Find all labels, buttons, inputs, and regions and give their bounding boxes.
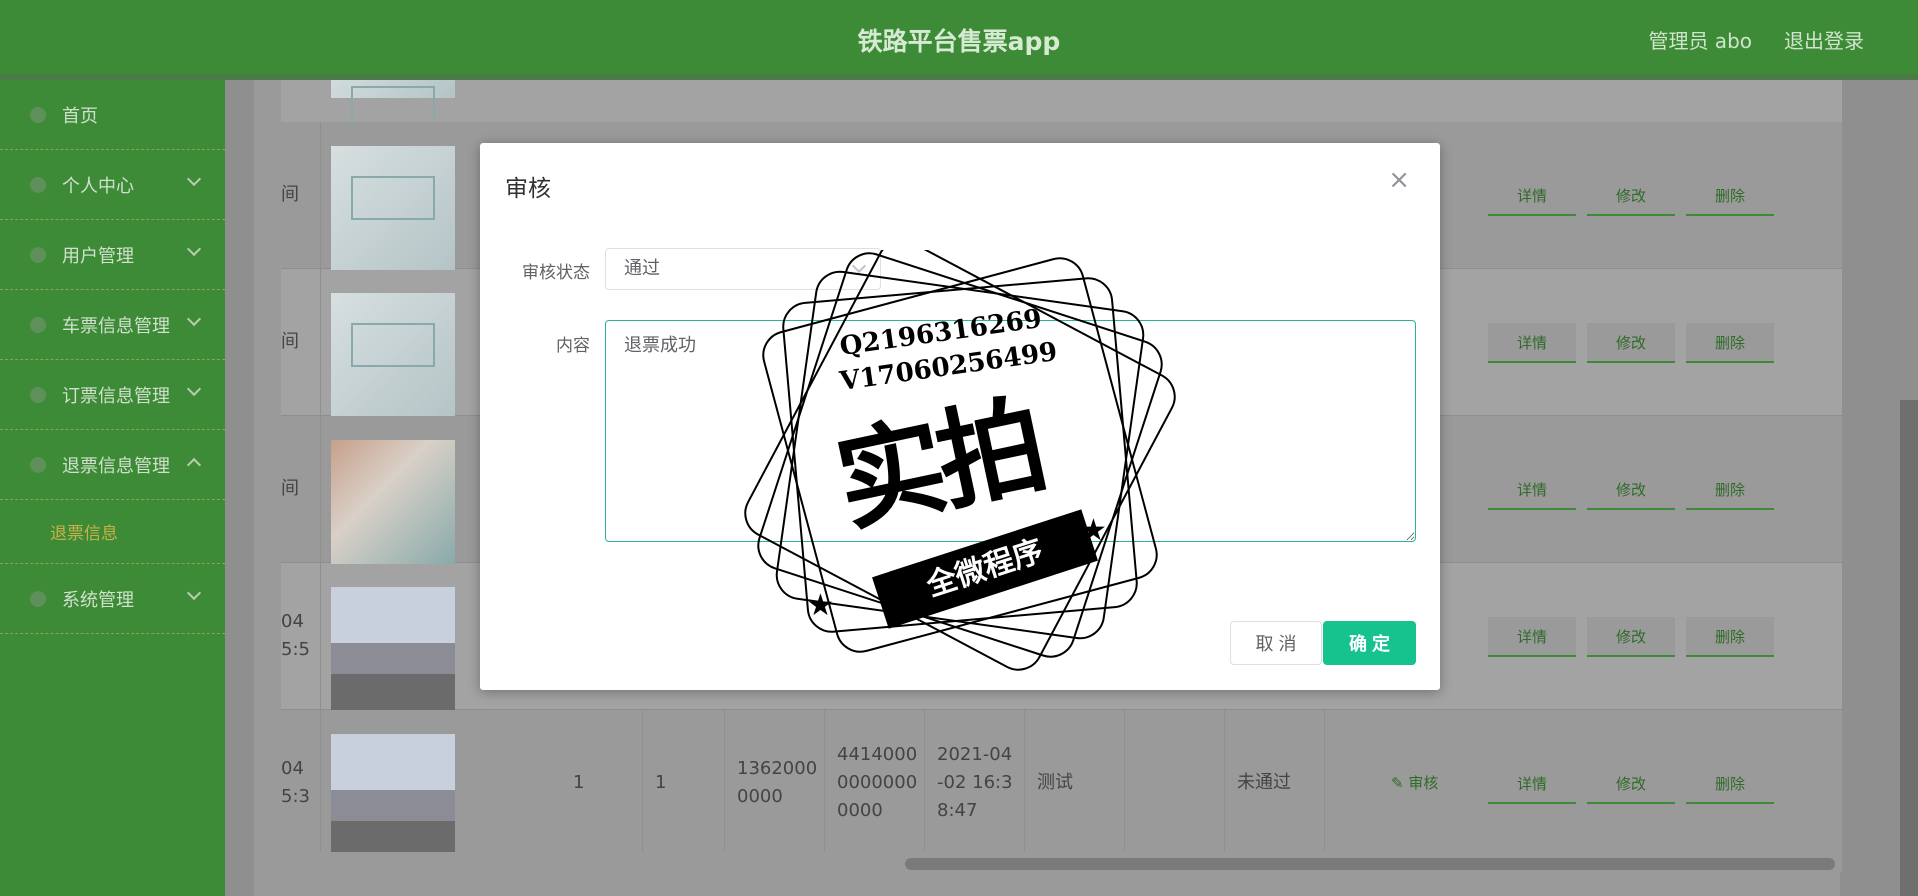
content-label: 内容	[556, 336, 590, 356]
status-label: 审核状态	[522, 263, 590, 283]
content-textarea[interactable]	[605, 320, 1416, 542]
cancel-button[interactable]: 取 消	[1230, 621, 1322, 665]
status-select-value: 通过	[624, 258, 660, 279]
audit-dialog: 审核 × 审核状态 通过 内容 取 消 确 定	[480, 143, 1440, 690]
chevron-down-icon	[851, 258, 867, 274]
dialog-title: 审核	[505, 176, 551, 202]
confirm-button[interactable]: 确 定	[1323, 621, 1416, 665]
status-select[interactable]: 通过	[605, 248, 881, 290]
close-icon[interactable]: ×	[1388, 165, 1410, 195]
